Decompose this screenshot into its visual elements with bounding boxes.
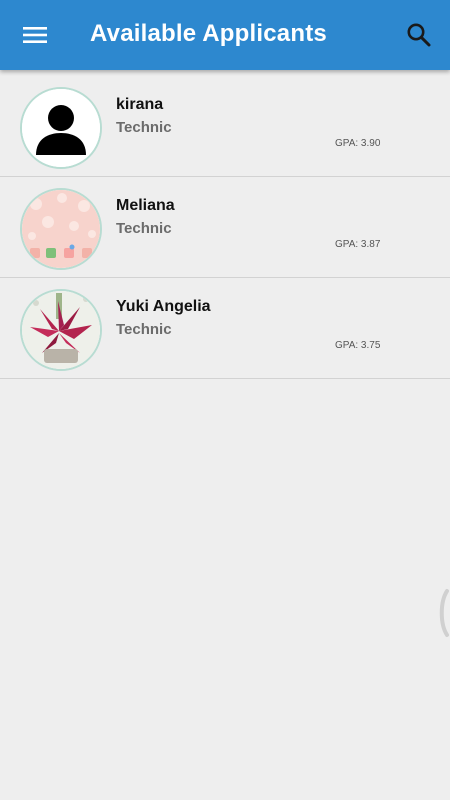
applicant-list: kirana Technic GPA: 3.90 Meliana Technic… [0, 76, 450, 379]
default-person-icon [22, 89, 100, 167]
app-bar: Available Applicants [0, 0, 450, 70]
applicant-major: Technic [116, 321, 172, 338]
applicant-gpa: GPA: 3.87 [335, 239, 381, 250]
applicant-name: Meliana [116, 197, 175, 214]
applicant-row[interactable]: Yuki Angelia Technic GPA: 3.75 [0, 278, 450, 379]
applicant-gpa: GPA: 3.75 [335, 340, 381, 351]
applicant-major: Technic [116, 220, 172, 237]
applicant-major: Technic [116, 119, 172, 136]
pink-pattern-photo [22, 190, 100, 268]
applicant-gpa: GPA: 3.90 [335, 138, 381, 149]
applicant-row[interactable]: kirana Technic GPA: 3.90 [0, 76, 450, 177]
applicant-name: Yuki Angelia [116, 298, 211, 315]
avatar [20, 188, 102, 270]
hamburger-menu-icon [23, 27, 47, 43]
page-title: Available Applicants [90, 20, 327, 47]
applicant-name: kirana [116, 96, 164, 113]
avatar [20, 289, 102, 371]
red-flower-plant-photo [22, 291, 100, 369]
applicant-row[interactable]: Meliana Technic GPA: 3.87 [0, 177, 450, 278]
search-icon [407, 23, 431, 47]
scroll-handle[interactable] [436, 588, 450, 638]
search-button[interactable] [400, 16, 438, 54]
avatar [20, 87, 102, 169]
menu-button[interactable] [16, 18, 54, 52]
